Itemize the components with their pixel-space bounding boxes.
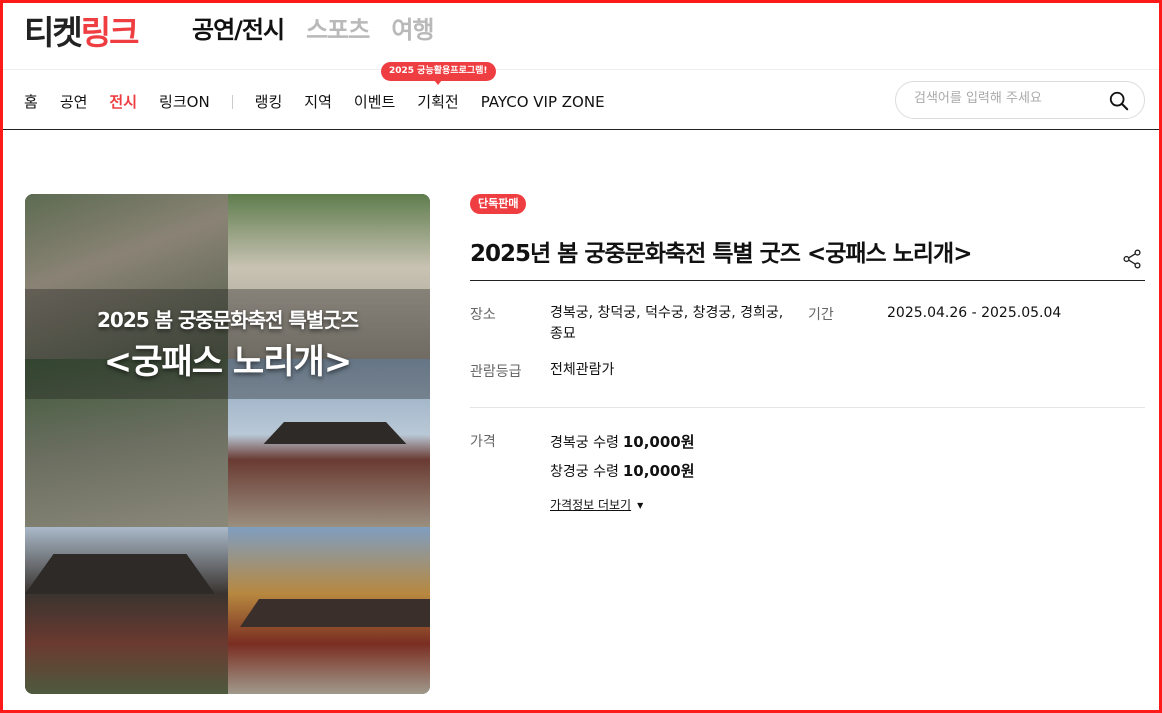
category-tabs: 공연/전시 스포츠 여행 bbox=[192, 10, 435, 45]
info-divider bbox=[470, 407, 1145, 408]
more-price-info-link[interactable]: 가격정보 더보기 ▼ bbox=[550, 496, 643, 513]
search-input[interactable] bbox=[914, 91, 1104, 106]
logo-text-2: 링크 bbox=[80, 13, 140, 52]
price-row: 창경궁 수령 10,000원 bbox=[550, 460, 695, 481]
tab-travel[interactable]: 여행 bbox=[391, 10, 434, 45]
nav-item-special[interactable]: 기획전 bbox=[417, 91, 458, 112]
poster-title-line1: 2025 봄 궁중문화축전 특별굿즈 bbox=[97, 308, 359, 332]
title-divider bbox=[470, 280, 1145, 281]
product-poster-image: 2025 봄 궁중문화축전 특별굿즈 <궁패스 노리개> bbox=[25, 194, 430, 694]
price-label: 가격 bbox=[470, 434, 496, 450]
nav-item-exhibition[interactable]: 전시 bbox=[109, 91, 137, 112]
venue-value: 경복궁, 창덕궁, 덕수궁, 창경궁, 경희궁, 종묘 bbox=[550, 305, 784, 342]
more-price-info-label: 가격정보 더보기 bbox=[550, 498, 632, 512]
tab-performance-exhibition[interactable]: 공연/전시 bbox=[192, 10, 285, 45]
rating-value: 전체관람가 bbox=[550, 362, 615, 378]
exclusive-badge: 단독판매 bbox=[470, 194, 527, 214]
share-icon[interactable] bbox=[1121, 248, 1143, 270]
nav-item-region[interactable]: 지역 bbox=[304, 91, 332, 112]
product-title: 2025년 봄 궁중문화축전 특별 굿즈 <궁패스 노리개> bbox=[470, 241, 972, 267]
price-option-name: 창경궁 수령 bbox=[550, 464, 619, 480]
search-icon[interactable] bbox=[1108, 90, 1130, 112]
price-amount: 10,000원 bbox=[622, 433, 695, 451]
promo-bubble[interactable]: 2025 궁능활용프로그램! bbox=[381, 62, 496, 85]
venue-label: 장소 bbox=[470, 307, 496, 323]
nav-item-event[interactable]: 이벤트 bbox=[354, 91, 395, 112]
poster-title-line2: <궁패스 노리개> bbox=[103, 342, 353, 382]
poster-tile-pavilion bbox=[25, 527, 228, 694]
nav-items: 홈 공연 전시 링크ON 랭킹 지역 이벤트 기획전 PAYCO VIP ZON… bbox=[24, 91, 627, 112]
search-box bbox=[895, 81, 1145, 119]
ticketlink-logo[interactable]: 티켓링크 bbox=[24, 6, 140, 54]
tab-sports[interactable]: 스포츠 bbox=[306, 10, 370, 45]
logo-text-1: 티켓 bbox=[24, 13, 83, 52]
price-amount: 10,000원 bbox=[622, 462, 695, 480]
nav-item-payco-vip[interactable]: PAYCO VIP ZONE bbox=[481, 93, 605, 111]
caret-down-icon: ▼ bbox=[637, 501, 644, 510]
nav-item-link-on[interactable]: 링크ON bbox=[159, 91, 210, 112]
nav-item-performance[interactable]: 공연 bbox=[60, 91, 88, 112]
period-value: 2025.04.26 - 2025.05.04 bbox=[887, 305, 1062, 321]
price-row: 경복궁 수령 10,000원 bbox=[550, 431, 695, 452]
price-option-name: 경복궁 수령 bbox=[550, 435, 619, 451]
rating-label: 관람등급 bbox=[470, 364, 522, 380]
nav-item-ranking[interactable]: 랭킹 bbox=[255, 91, 283, 112]
poster-roof-shape bbox=[240, 599, 430, 627]
period-label: 기간 bbox=[808, 307, 834, 323]
nav-divider bbox=[231, 94, 233, 109]
top-header: 티켓링크 공연/전시 스포츠 여행 bbox=[0, 0, 1162, 70]
nav-item-home[interactable]: 홈 bbox=[24, 91, 38, 112]
